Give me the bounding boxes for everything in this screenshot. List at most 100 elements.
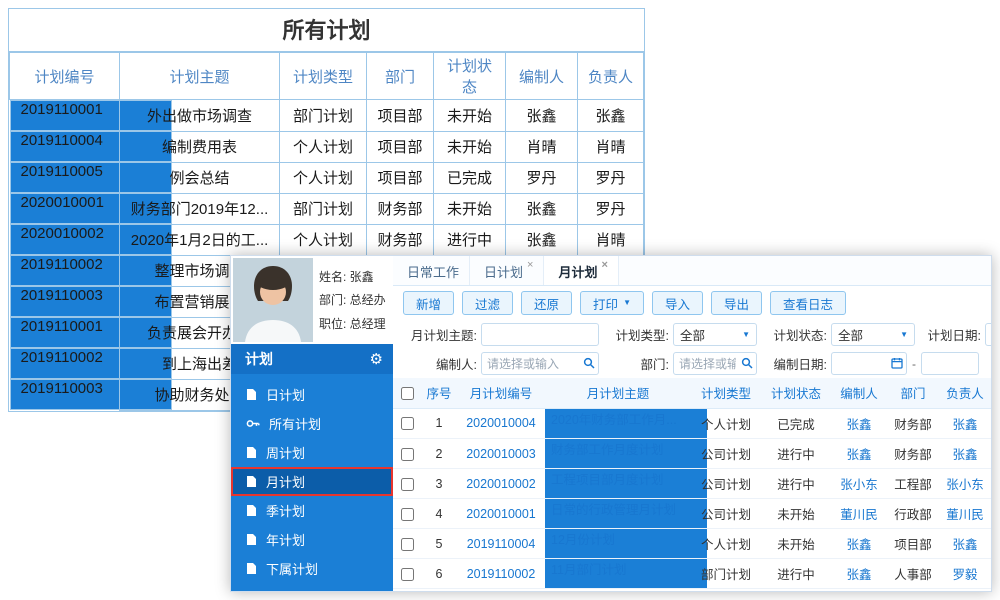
search-icon[interactable] — [583, 357, 595, 369]
creator-filter-input[interactable] — [481, 352, 599, 375]
tab-month-plan[interactable]: 月计划 × — [544, 256, 619, 285]
sidebar-item-subordinate-plans[interactable]: 下属计划 — [231, 554, 393, 583]
plan-status-cell: 未开始 — [761, 498, 831, 529]
sidebar-item-day-plan[interactable]: 日计划 — [231, 380, 393, 409]
dept-filter-label: 部门: — [640, 358, 669, 372]
plan-id-link[interactable]: 2020010002 — [457, 468, 545, 499]
row-index-cell: 1 — [421, 408, 457, 439]
row-index-cell: 4 — [421, 498, 457, 529]
type-filter-select[interactable]: 全部 ▼ — [673, 323, 757, 346]
desktop: 所有计划 计划编号 计划主题 计划类型 部门 计划状态 编制人 负责人 2019110001… — [0, 0, 1000, 600]
owner-link[interactable]: 罗毅 — [939, 558, 991, 589]
left-panel: 姓名: 张鑫 部门: 总经办 职位: 总经理 计划 ⚙ 日计划 所有计划 周计划 月计… — [231, 256, 393, 591]
gear-icon[interactable]: ⚙ — [370, 350, 383, 368]
sidebar-item-quarter-plan[interactable]: 季计划 — [231, 496, 393, 525]
department-cell: 工程部 — [887, 468, 939, 499]
cell: 未开始 — [433, 130, 506, 163]
owner-link[interactable]: 张鑫 — [939, 438, 991, 469]
sidebar-item-label: 周计划 — [266, 446, 306, 461]
chevron-down-icon: ▼ — [742, 329, 750, 339]
plan-id-link[interactable]: 2019110004 — [457, 528, 545, 559]
import-button[interactable]: 导入 — [651, 291, 703, 315]
plan-subject-link[interactable]: 工程项目部月度计划 — [545, 468, 707, 499]
cell: 个人计划 — [279, 223, 367, 256]
creator-link[interactable]: 董川民 — [831, 498, 887, 529]
row-checkbox[interactable] — [400, 507, 414, 521]
creator-filter-label: 编制人: — [436, 358, 477, 372]
sidebar-item-week-plan[interactable]: 周计划 — [231, 438, 393, 467]
status-filter-select[interactable]: 全部 ▼ — [831, 323, 915, 346]
filter-row-1: 月计划主题: 计划类型: 全部 ▼ 计划状态: 全部 ▼ 计划日期: — [401, 320, 991, 349]
row-checkbox[interactable] — [400, 447, 414, 461]
plan-date-input[interactable] — [985, 323, 991, 346]
table-row: 5 2019110004 12月份计划 个人计划 未开始 张鑫 项目部 张鑫 — [393, 528, 991, 559]
export-button[interactable]: 导出 — [711, 291, 763, 315]
doc-icon — [246, 504, 257, 517]
date-range-separator: - — [912, 356, 916, 371]
plan-subject-link[interactable]: 日常的行政管理月计划 — [545, 498, 707, 529]
avatar — [233, 258, 313, 342]
creator-link[interactable]: 张鑫 — [831, 438, 887, 469]
close-icon[interactable]: × — [601, 260, 607, 271]
cell: 未开始 — [433, 99, 506, 132]
creator-link[interactable]: 张鑫 — [831, 528, 887, 559]
add-button[interactable]: 新增 — [403, 291, 455, 315]
owner-link[interactable]: 张鑫 — [939, 528, 991, 559]
cell: 项目部 — [366, 161, 434, 194]
plan-subject-link[interactable]: 2020年财务部工作月... — [545, 408, 707, 439]
plan-status-cell: 进行中 — [761, 558, 831, 589]
table-row: 2019110004 编制费用表 个人计划 项目部 未开始 肖晴 肖晴 — [9, 130, 644, 163]
plan-status-cell: 未开始 — [761, 528, 831, 559]
owner-link[interactable]: 董川民 — [939, 498, 991, 529]
plan-id-link[interactable]: 2019110002 — [457, 558, 545, 589]
creator-link[interactable]: 张小东 — [831, 468, 887, 499]
column-header: 部门 — [366, 52, 434, 100]
create-date-end-input[interactable] — [921, 352, 979, 375]
view-log-button[interactable]: 查看日志 — [770, 291, 847, 315]
owner-link[interactable]: 张鑫 — [939, 408, 991, 439]
cell: 未开始 — [433, 192, 506, 225]
select-all-checkbox[interactable] — [400, 386, 414, 400]
plan-subject-link[interactable]: 财务部工作月度计划 — [545, 438, 707, 469]
row-checkbox[interactable] — [400, 477, 414, 491]
sidebar-item-label: 日计划 — [266, 388, 306, 403]
row-checkbox[interactable] — [400, 567, 414, 581]
profile-card: 姓名: 张鑫 部门: 总经办 职位: 总经理 — [231, 256, 393, 344]
row-checkbox[interactable] — [400, 417, 414, 431]
column-header: 负责人 — [939, 378, 991, 409]
sidebar-item-month-plan[interactable]: 月计划 — [231, 467, 393, 496]
row-checkbox[interactable] — [400, 537, 414, 551]
plan-id-link[interactable]: 2020010004 — [457, 408, 545, 439]
sidebar-item-all-plans[interactable]: 所有计划 — [231, 409, 393, 438]
column-header: 月计划主题 — [545, 378, 691, 409]
plan-status-cell: 已完成 — [761, 408, 831, 439]
owner-link[interactable]: 张小东 — [939, 468, 991, 499]
doc-icon — [246, 388, 257, 401]
sidebar-item-year-plan[interactable]: 年计划 — [231, 525, 393, 554]
column-header: 月计划编号 — [457, 378, 545, 409]
creator-link[interactable]: 张鑫 — [831, 558, 887, 589]
plan-subject-link[interactable]: 11月部门计划 — [545, 558, 707, 589]
cell: 项目部 — [366, 130, 434, 163]
restore-button[interactable]: 还原 — [521, 291, 573, 315]
column-header: 计划状态 — [433, 52, 506, 100]
tab-daily-work[interactable]: 日常工作 — [393, 256, 471, 285]
creator-link[interactable]: 张鑫 — [831, 408, 887, 439]
plan-id-link[interactable]: 2020010001 — [457, 498, 545, 529]
print-button[interactable]: 打印 ▼ — [580, 291, 644, 315]
tab-label: 日常工作 — [407, 265, 460, 280]
search-icon[interactable] — [741, 357, 753, 369]
tab-day-plan[interactable]: 日计划 × — [470, 256, 545, 285]
profile-department: 部门: 总经办 — [319, 293, 386, 308]
plan-subject-link[interactable]: 12月份计划 — [545, 528, 707, 559]
close-icon[interactable]: × — [527, 260, 533, 271]
subject-filter-label: 月计划主题: — [411, 329, 477, 343]
column-header: 序号 — [421, 378, 457, 409]
filter-button[interactable]: 过滤 — [462, 291, 514, 315]
select-all-cell — [393, 378, 421, 409]
plan-table-body: 1 2020010004 2020年财务部工作月... 个人计划 已完成 张鑫 财务部 张鑫 2… — [393, 408, 991, 589]
column-header: 计划类型 — [691, 378, 761, 409]
calendar-icon[interactable] — [891, 357, 903, 369]
subject-filter-input[interactable] — [481, 323, 599, 346]
plan-id-link[interactable]: 2020010003 — [457, 438, 545, 469]
